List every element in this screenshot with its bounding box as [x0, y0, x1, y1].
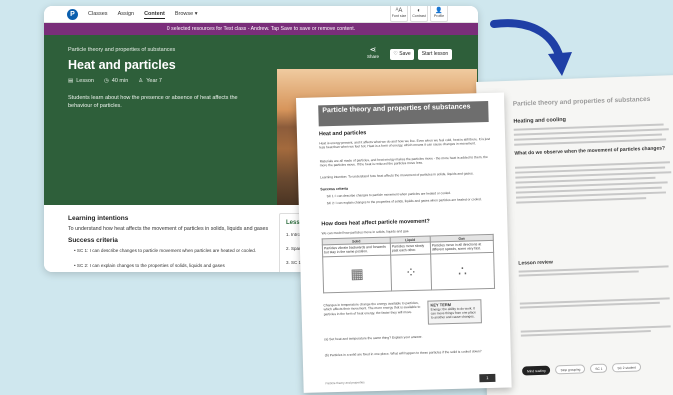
worksheet-learning-intention: Learning intention: To understand how he… — [320, 171, 474, 180]
worksheet-section-heading: How does heat affect particle movement? — [321, 218, 430, 228]
share-icon: ⋖ — [369, 45, 377, 54]
key-term-text: Energy: the ability to do work. It can m… — [430, 306, 476, 320]
worksheet-right-subheading: Heating and cooling — [513, 116, 567, 125]
share-button[interactable]: ⋖ Share — [367, 45, 379, 59]
key-term-box: KEY TERM Energy: the ability to do work.… — [427, 299, 482, 325]
worksheet-paragraph: Changes in temperature change the energy… — [323, 300, 421, 317]
meta-type-label: Lesson — [76, 78, 94, 84]
learning-intentions-heading: Learning intentions — [68, 215, 129, 222]
worksheet-right-footer: Mind reading Stop grouping SC 1 SC 2 stu… — [521, 362, 642, 376]
nav-utilities: ᴬA Font size ◐ Contrast 👤 Profile — [390, 6, 448, 22]
success-criterion: • SC 2: I can explain changes to the pro… — [74, 263, 225, 268]
footer-pill: SC 2 student — [612, 362, 642, 373]
book-icon: ▤ — [68, 78, 74, 84]
page-title: Heat and particles — [68, 58, 176, 72]
contrast-label: Contrast — [412, 14, 426, 18]
solid-particles-icon: ▦ — [322, 255, 392, 293]
lesson-step[interactable]: 2. Spar — [286, 246, 301, 251]
worksheet-sc-heading: Success criteria — [320, 186, 349, 192]
nav-assign[interactable]: Assign — [118, 11, 135, 19]
worksheet-page-left: Particle theory and properties of substa… — [296, 92, 512, 393]
topic-kicker: Particle theory and properties of substa… — [68, 47, 176, 53]
pearson-logo-icon[interactable]: P — [67, 9, 78, 20]
meta-duration: ◷ 40 min — [104, 78, 128, 84]
footer-pill: Mind reading — [521, 365, 551, 376]
question-b: (b) Particles in a solid are fixed in on… — [324, 349, 482, 358]
font-size-button[interactable]: ᴬA Font size — [390, 6, 408, 22]
nav-browse[interactable]: Browse ▾ — [175, 11, 198, 19]
worksheet-intro-2: Materials are all made of particles, and… — [319, 154, 488, 168]
success-criterion: • SC 1: I can describe changes to partic… — [74, 248, 257, 253]
page-number: 1 — [479, 373, 496, 383]
meta-type: ▤ Lesson — [68, 78, 94, 84]
lesson-description: Students learn about how the presence or… — [68, 95, 238, 109]
profile-label: Profile — [433, 14, 445, 18]
clock-icon: ◷ — [103, 78, 109, 84]
learning-intention-text: To understand how heat affects the movem… — [68, 226, 269, 232]
save-button[interactable]: ♡ Save — [390, 49, 414, 60]
worksheet-right-title: Particle theory and properties of substa… — [512, 95, 651, 108]
meta-year: ♙ Year 7 — [138, 78, 162, 84]
worksheet-left-subheading: Heat and particles — [318, 130, 367, 138]
meta-duration-label: 40 min — [111, 78, 129, 84]
worksheet-sc-item: SC 2: I can explain changes to the prope… — [326, 197, 482, 206]
nav-links: Classes Assign Content Browse ▾ — [88, 11, 198, 19]
lesson-meta: ▤ Lesson ◷ 40 min ♙ Year 7 — [68, 78, 162, 84]
profile-button[interactable]: 👤 Profile — [430, 6, 448, 22]
states-of-matter-table: Solid Liquid Gas Particles vibrate backw… — [322, 234, 495, 293]
selection-banner: 0 selected resources for Test class - An… — [44, 23, 478, 35]
people-icon: ♙ — [138, 78, 144, 84]
text-line — [516, 197, 647, 204]
curved-arrow-icon — [490, 19, 572, 76]
lesson-review-heading: Lesson review — [518, 259, 553, 267]
worksheet-footer-text: Particle theory and properties — [325, 380, 365, 386]
contrast-button[interactable]: ◐ Contrast — [410, 6, 428, 22]
meta-year-label: Year 7 — [146, 78, 162, 84]
nav-classes[interactable]: Classes — [88, 11, 108, 19]
footer-pill: SC 1 — [590, 363, 608, 374]
worksheet-intro: Heat is energy present, and it affects w… — [319, 136, 490, 150]
font-size-label: Font size — [391, 14, 407, 18]
liquid-particles-icon: ⁘ — [390, 254, 432, 292]
question-a: (a) Set heat and temperature the same th… — [324, 334, 423, 342]
lesson-step[interactable]: 1. Intro — [286, 232, 300, 237]
share-label: Share — [367, 54, 380, 59]
start-lesson-button[interactable]: Start lesson — [418, 49, 452, 60]
table-cell: Particles move slowly past each other. — [390, 242, 431, 256]
nav-content[interactable]: Content — [144, 11, 165, 19]
gas-particles-icon: ∴ — [430, 252, 495, 291]
worksheet-left-heading: Particle theory and properties of substa… — [318, 100, 489, 127]
footer-pill: Stop grouping — [555, 364, 586, 375]
success-criteria-heading: Success criteria — [68, 237, 118, 244]
worksheet-right-question: What do we observe when the movement of … — [514, 145, 666, 157]
top-navigation: P Classes Assign Content Browse ▾ ᴬA Fon… — [44, 6, 478, 23]
